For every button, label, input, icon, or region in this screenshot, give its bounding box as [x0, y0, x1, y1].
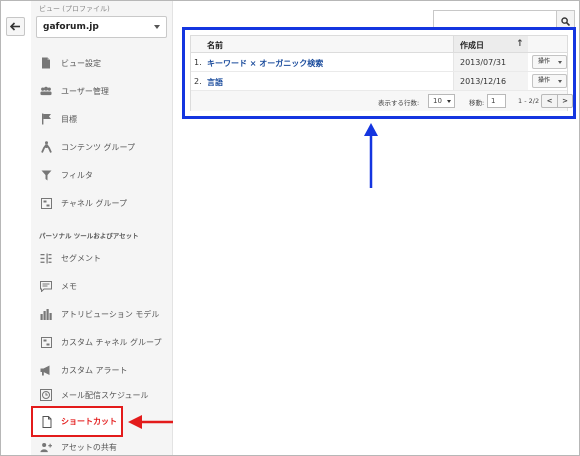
rows-per-page-label: 表示する行数:	[378, 99, 420, 107]
prev-page-button[interactable]: <	[542, 95, 557, 107]
add-user-icon	[40, 441, 52, 453]
filter-icon	[40, 169, 52, 181]
sidebar-item-label: アトリビューション モデル	[61, 309, 160, 319]
created-date: 2013/07/31	[460, 58, 507, 67]
sidebar-item-label: 目標	[61, 114, 77, 124]
actions-label: 操作	[538, 77, 551, 84]
person-walk-icon	[40, 141, 52, 153]
sidebar-item-label: アセットの共有	[61, 442, 117, 452]
sidebar-item-annotations[interactable]: メモ	[31, 276, 173, 296]
sidebar-item-label: ユーザー管理	[61, 86, 109, 96]
table-row: 2. 言語 2013/12/16 操作	[191, 72, 567, 91]
sidebar-item-scheduled-emails[interactable]: メール配信スケジュール	[31, 385, 173, 405]
back-arrow-icon	[10, 22, 20, 31]
document-icon	[41, 415, 53, 428]
sidebar-item-label: カスタム チャネル グループ	[61, 337, 162, 347]
column-header-created[interactable]: 作成日	[460, 40, 484, 51]
sidebar-item-label: ショートカット	[61, 417, 117, 426]
sidebar-item-segments[interactable]: セグメント	[31, 248, 173, 268]
rows-per-page-value: 10	[433, 97, 442, 105]
pager: < >	[541, 94, 573, 108]
sidebar-item-view-settings[interactable]: ビュー設定	[31, 53, 173, 73]
page-range: 1 - 2/2	[518, 97, 540, 105]
sidebar-item-label: チャネル グループ	[61, 198, 127, 208]
search-icon	[561, 16, 570, 26]
users-icon	[40, 85, 52, 97]
segment-icon	[40, 252, 52, 264]
sort-ascending-icon[interactable]: ↑	[516, 39, 524, 49]
table-row: 1. キーワード × オーガニック検索 2013/07/31 操作	[191, 53, 567, 72]
sidebar-item-filters[interactable]: フィルタ	[31, 165, 173, 185]
goto-input[interactable]: 1	[487, 94, 506, 108]
shortcuts-table-highlight: 名前 作成日 ↑ 1. キーワード × オーガニック検索 2013/07/31 …	[182, 27, 576, 119]
rows-per-page-select[interactable]: 10	[428, 94, 455, 108]
actions-button[interactable]: 操作	[532, 55, 567, 69]
sidebar-item-label: セグメント	[61, 253, 101, 263]
sidebar-item-shortcuts[interactable]: ショートカット	[31, 406, 123, 437]
sidebar-item-label: コンテンツ グループ	[61, 142, 136, 152]
shortcut-link[interactable]: キーワード × オーガニック検索	[207, 58, 323, 69]
blue-arrow-annotation	[364, 123, 378, 188]
megaphone-icon	[40, 364, 52, 376]
view-select-value: gaforum.jp	[43, 22, 99, 32]
left-strip	[1, 1, 31, 455]
sidebar-item-content-grouping[interactable]: コンテンツ グループ	[31, 137, 173, 157]
flag-icon	[40, 113, 52, 125]
shortcuts-table: 名前 作成日 ↑ 1. キーワード × オーガニック検索 2013/07/31 …	[190, 35, 573, 111]
view-label: ビュー (プロファイル)	[39, 5, 110, 13]
sidebar-item-label: メール配信スケジュール	[61, 390, 149, 400]
actions-label: 操作	[538, 58, 551, 65]
table-footer: 表示する行数: 10 移動: 1 1 - 2/2 < >	[191, 91, 573, 111]
row-number: 1.	[194, 58, 202, 67]
chevron-down-icon	[558, 61, 562, 64]
sidebar-item-attribution-models[interactable]: アトリビューション モデル	[31, 304, 173, 324]
chevron-down-icon	[447, 100, 451, 103]
back-button[interactable]	[6, 17, 25, 36]
sidebar-item-label: カスタム アラート	[61, 365, 128, 375]
chevron-down-icon	[558, 80, 562, 83]
bar-chart-icon	[40, 308, 52, 320]
app-window: ビュー (プロファイル) gaforum.jp ビュー設定 ユーザー管理 目標	[0, 0, 580, 456]
channel-group-icon	[40, 336, 52, 348]
view-select[interactable]: gaforum.jp	[36, 16, 167, 38]
sidebar-item-custom-channel-grouping[interactable]: カスタム チャネル グループ	[31, 332, 173, 352]
sidebar-item-label: メモ	[61, 281, 77, 291]
sidebar-item-label: ビュー設定	[61, 58, 101, 68]
channel-group-icon	[40, 197, 52, 209]
memo-icon	[40, 280, 52, 292]
document-icon	[40, 57, 52, 69]
table-header: 名前 作成日 ↑	[191, 36, 567, 53]
actions-button[interactable]: 操作	[532, 74, 567, 88]
column-header-name[interactable]: 名前	[207, 40, 223, 51]
row-number: 2.	[194, 77, 202, 86]
next-page-button[interactable]: >	[557, 95, 572, 107]
sidebar-item-goals[interactable]: 目標	[31, 109, 173, 129]
goto-label: 移動:	[469, 99, 485, 107]
sidebar: ビュー (プロファイル) gaforum.jp ビュー設定 ユーザー管理 目標	[31, 1, 173, 455]
sidebar-item-share-assets[interactable]: アセットの共有	[31, 437, 173, 455]
sidebar-item-user-management[interactable]: ユーザー管理	[31, 81, 173, 101]
created-date: 2013/12/16	[460, 77, 507, 86]
sidebar-item-label: フィルタ	[61, 170, 93, 180]
section-title: パーソナル ツールおよびアセット	[39, 232, 139, 240]
chevron-down-icon	[154, 25, 160, 29]
shortcut-link[interactable]: 言語	[207, 77, 223, 88]
clock-icon	[40, 389, 52, 401]
sidebar-item-custom-alerts[interactable]: カスタム アラート	[31, 360, 173, 380]
sidebar-item-channel-grouping[interactable]: チャネル グループ	[31, 193, 173, 213]
main-content: 名前 作成日 ↑ 1. キーワード × オーガニック検索 2013/07/31 …	[173, 1, 579, 455]
